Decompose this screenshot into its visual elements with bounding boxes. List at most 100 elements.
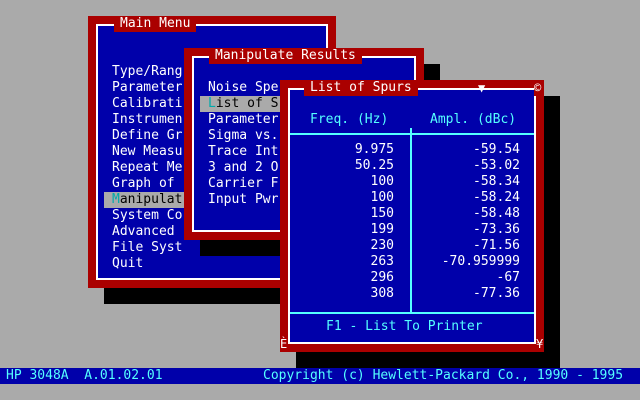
manipulate-menu-item-hotkey: S [208, 128, 216, 143]
main-menu-item[interactable]: Advanced [104, 224, 188, 240]
spur-freq-cell: 263 [370, 254, 394, 269]
manipulate-menu-item-label: and 2 O [215, 160, 279, 175]
main-menu-item[interactable]: Parameter [104, 80, 188, 96]
manipulate-menu-item-hotkey: C [208, 176, 216, 191]
spur-ampl-cell: -53.02 [473, 158, 520, 173]
main-menu-item-label: anipulat [119, 192, 183, 207]
main-menu-item-hotkey: T [112, 64, 120, 79]
manipulate-menu-item[interactable]: List of S [200, 96, 280, 112]
main-menu-item[interactable]: Define Gr [104, 128, 188, 144]
main-menu-item-hotkey: S [112, 208, 120, 223]
main-menu-item[interactable]: Type/Rang [104, 64, 188, 80]
header-divider [290, 133, 534, 135]
manipulate-menu-item[interactable]: 3 and 2 O [200, 160, 280, 176]
spur-ampl-cell: -58.24 [473, 190, 520, 205]
main-menu-item-label: ystem Co [119, 208, 183, 223]
spur-ampl-cell: -58.34 [473, 174, 520, 189]
main-menu-item-hotkey: A [112, 224, 120, 239]
main-menu-item-hotkey: R [112, 160, 120, 175]
spur-ampl-cell: -70.959999 [441, 254, 520, 269]
main-menu-item[interactable]: Repeat Me [104, 160, 188, 176]
manipulate-menu-item-label: igma vs. [215, 128, 279, 143]
main-menu-item-hotkey: N [112, 144, 120, 159]
main-menu-item-hotkey: F [112, 240, 120, 255]
column-divider [410, 128, 412, 312]
manipulate-menu-item[interactable]: Parameter [200, 112, 280, 128]
main-menu-item[interactable]: Calibrati [104, 96, 188, 112]
manipulate-menu-item-label: ist of S [215, 96, 279, 111]
main-menu-item-hotkey: Q [112, 256, 120, 271]
spur-freq-cell: 230 [370, 238, 394, 253]
spur-freq-cell: 100 [370, 190, 394, 205]
spur-freq-cell: 50.25 [354, 158, 394, 173]
main-menu-item[interactable]: Instrumen [104, 112, 188, 128]
manipulate-menu-item-label: nput Pwr [215, 192, 279, 207]
main-menu-list: Type/Rang Parameter Calibrati Instrumen Defi… [104, 64, 188, 272]
main-menu-item[interactable]: New Measu [104, 144, 188, 160]
manipulate-menu-item-hotkey: L [208, 96, 216, 111]
resize-corner-left-icon: È [280, 337, 288, 351]
manipulate-menu-item-hotkey: I [208, 192, 216, 207]
ampl-column-header: Ampl. (dBc) [430, 112, 517, 127]
manipulate-results-list: Noise Spe List of S Parameter Sigma vs. Trac… [200, 80, 280, 208]
main-menu-item-label: raph of [119, 176, 175, 191]
manipulate-menu-item-hotkey: N [208, 80, 216, 95]
main-menu-item[interactable]: Manipulat [104, 192, 188, 208]
spur-ampl-cell: -73.36 [473, 222, 520, 237]
main-menu-item-label: dvanced [119, 224, 175, 239]
spur-freq-cell: 150 [370, 206, 394, 221]
main-menu-item-label: efine Gr [119, 128, 183, 143]
manipulate-menu-item[interactable]: Noise Spe [200, 80, 280, 96]
spur-ampl-cell: -58.48 [473, 206, 520, 221]
main-menu-item-label: ype/Rang [119, 64, 183, 79]
main-menu-item-label: uit [119, 256, 144, 271]
main-menu-item-hotkey: D [112, 128, 120, 143]
spur-ampl-cell: -71.56 [473, 238, 520, 253]
spur-ampl-cell: -67 [496, 270, 520, 285]
manipulate-menu-item-label: race Int [215, 144, 279, 159]
main-menu-item-label: ew Measu [119, 144, 183, 159]
spur-freq-cell: 100 [370, 174, 394, 189]
list-to-printer-hint[interactable]: F1 - List To Printer [326, 319, 483, 335]
manipulate-menu-item[interactable]: Sigma vs. [200, 128, 280, 144]
main-menu-item-hotkey: P [112, 80, 120, 95]
main-menu-item-label: alibrati [119, 96, 183, 111]
list-of-spurs-title: List of Spurs [304, 80, 418, 96]
manipulate-menu-item-hotkey: T [208, 144, 216, 159]
version-label: HP 3048A A.01.02.01 [6, 368, 163, 383]
main-menu-item[interactable]: Quit [104, 256, 188, 272]
main-menu-title: Main Menu [114, 16, 197, 32]
manipulate-menu-item-hotkey: P [208, 112, 216, 127]
main-menu-item-label: ile Syst [119, 240, 183, 255]
main-menu-item-hotkey: C [112, 96, 120, 111]
close-icon[interactable]: © [534, 80, 542, 96]
main-menu-item-hotkey: G [112, 176, 120, 191]
manipulate-menu-item-hotkey: 3 [208, 160, 216, 175]
footer-divider [290, 312, 534, 314]
manipulate-menu-item[interactable]: Input Pwr [200, 192, 280, 208]
scroll-down-icon[interactable]: ▼ [478, 80, 485, 96]
freq-column-header: Freq. (Hz) [310, 112, 389, 127]
manipulate-menu-item-label: arameter [215, 112, 279, 127]
manipulate-menu-item-label: oise Spe [215, 80, 279, 95]
main-menu-item-hotkey: M [112, 192, 120, 207]
main-menu-item-label: epeat Me [119, 160, 183, 175]
copyright-label: Copyright (c) Hewlett-Packard Co., 1990 … [263, 368, 624, 383]
spur-freq-cell: 296 [370, 270, 394, 285]
main-menu-item-label: nstrumen [119, 112, 183, 127]
spur-ampl-cell: -77.36 [473, 286, 520, 301]
resize-corner-right-icon[interactable]: ¥ [536, 336, 543, 352]
manipulate-results-title: Manipulate Results [209, 48, 362, 64]
list-of-spurs-window: List of Spurs ▼ © È ¥ Freq. (Hz) Ampl. (… [280, 80, 544, 352]
status-bar: HP 3048A A.01.02.01 Copyright (c) Hewlet… [0, 368, 640, 384]
main-menu-item[interactable]: File Syst [104, 240, 188, 256]
manipulate-menu-item[interactable]: Trace Int [200, 144, 280, 160]
spur-ampl-cell: -59.54 [473, 142, 520, 157]
main-menu-item-label: arameter [119, 80, 183, 95]
main-menu-item[interactable]: System Co [104, 208, 188, 224]
manipulate-menu-item[interactable]: Carrier F [200, 176, 280, 192]
main-menu-item[interactable]: Graph of [104, 176, 188, 192]
spur-freq-cell: 308 [370, 286, 394, 301]
main-menu-item-hotkey: I [112, 112, 120, 127]
manipulate-menu-item-label: arrier F [215, 176, 279, 191]
